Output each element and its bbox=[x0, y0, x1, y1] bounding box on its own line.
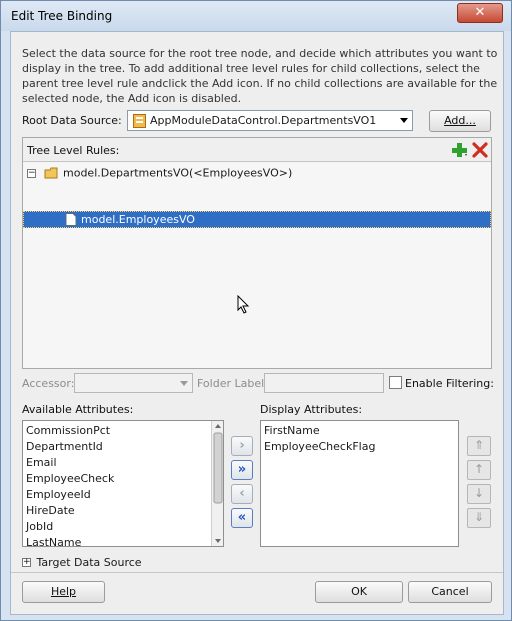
move-up-button[interactable]: ↑ bbox=[467, 460, 491, 480]
expand-icon: + bbox=[22, 556, 31, 567]
root-data-source-combo[interactable]: AppModuleDataControl.DepartmentsVO1 bbox=[127, 110, 413, 131]
tree-node-departments[interactable]: − model.DepartmentsVO(<EmployeesVO>) bbox=[27, 166, 292, 182]
background-window-ghost bbox=[151, 4, 441, 24]
cancel-button[interactable]: Cancel bbox=[408, 581, 492, 603]
ok-button-label: OK bbox=[351, 585, 367, 598]
title-bar: Edit Tree Binding ✕ bbox=[1, 1, 511, 31]
scrollbar-track bbox=[213, 424, 223, 543]
document-icon bbox=[65, 213, 77, 226]
footer-divider bbox=[11, 572, 503, 573]
move-selected-button[interactable]: › bbox=[231, 436, 253, 456]
remove-selected-button[interactable]: ‹ bbox=[231, 484, 253, 504]
help-button[interactable]: Help bbox=[22, 581, 105, 603]
enable-filtering-label: Enable Filtering: bbox=[405, 377, 494, 390]
root-data-source-label: Root Data Source: bbox=[22, 114, 122, 127]
display-attributes-label: Display Attributes: bbox=[260, 403, 363, 416]
available-attributes-list[interactable]: CommissionPct DepartmentId Email Employe… bbox=[22, 420, 224, 547]
help-button-label: Help bbox=[50, 585, 77, 598]
dialog-title: Edit Tree Binding bbox=[11, 9, 113, 23]
tree-node-label: model.EmployeesVO bbox=[81, 213, 195, 226]
tree-panel-header: Tree Level Rules: bbox=[23, 138, 491, 162]
move-bottom-button[interactable]: ⇓ bbox=[467, 508, 491, 528]
display-attributes-list[interactable]: FirstName EmployeeCheckFlag bbox=[260, 420, 459, 547]
chevron-down-icon bbox=[400, 118, 408, 123]
cancel-button-label: Cancel bbox=[431, 585, 469, 598]
tree-node-employees-selected[interactable]: model.EmployeesVO bbox=[23, 211, 491, 228]
available-attributes-label: Available Attributes: bbox=[22, 403, 134, 416]
accessor-label: Accessor: bbox=[22, 377, 75, 390]
list-item[interactable]: EmployeeCheckFlag bbox=[264, 440, 375, 453]
move-down-button[interactable]: ↓ bbox=[467, 484, 491, 504]
accessor-combo[interactable] bbox=[74, 373, 193, 393]
instructions-text: Select the data source for the root tree… bbox=[22, 47, 498, 105]
enable-filtering-checkbox[interactable] bbox=[389, 376, 402, 389]
folder-icon bbox=[44, 167, 57, 179]
tree-level-rules-label: Tree Level Rules: bbox=[27, 144, 120, 157]
collapse-icon[interactable]: − bbox=[27, 168, 36, 178]
target-data-source-label: Target Data Source bbox=[36, 555, 142, 569]
delete-icon[interactable] bbox=[472, 142, 488, 158]
list-item[interactable]: CommissionPct bbox=[26, 424, 110, 437]
dialog-body: Select the data source for the root tree… bbox=[10, 31, 504, 615]
move-top-button[interactable]: ⇑ bbox=[467, 436, 491, 456]
list-item[interactable]: LastName bbox=[26, 536, 81, 547]
list-item[interactable]: HireDate bbox=[26, 504, 75, 517]
list-item[interactable]: FirstName bbox=[264, 424, 320, 437]
list-item[interactable]: DepartmentId bbox=[26, 440, 103, 453]
mouse-cursor-icon bbox=[237, 295, 250, 314]
folder-label-input[interactable] bbox=[264, 373, 384, 393]
folder-label-label: Folder Label: bbox=[197, 377, 268, 390]
list-item[interactable]: Email bbox=[26, 456, 57, 469]
list-item[interactable]: EmployeeCheck bbox=[26, 472, 114, 485]
target-data-source-toggle[interactable]: + Target Data Source bbox=[22, 555, 142, 569]
root-data-source-value: AppModuleDataControl.DepartmentsVO1 bbox=[150, 114, 377, 127]
tree-node-label: model.DepartmentsVO(<EmployeesVO>) bbox=[63, 166, 293, 180]
close-button[interactable]: ✕ bbox=[457, 3, 503, 23]
edit-tree-binding-dialog: Edit Tree Binding ✕ Select the data sour… bbox=[0, 0, 512, 621]
ok-button[interactable]: OK bbox=[315, 581, 403, 603]
list-item[interactable]: JobId bbox=[26, 520, 53, 533]
move-all-button[interactable]: » bbox=[231, 460, 253, 480]
add-icon[interactable] bbox=[451, 142, 469, 158]
data-control-icon bbox=[133, 114, 146, 128]
add-root-button-label: Add... bbox=[444, 114, 476, 127]
chevron-down-icon bbox=[180, 381, 188, 386]
list-item[interactable]: EmployeeId bbox=[26, 488, 91, 501]
add-root-button[interactable]: Add... bbox=[429, 110, 491, 132]
remove-all-button[interactable]: « bbox=[231, 508, 253, 528]
tree-level-rules-tree: − model.DepartmentsVO(<EmployeesVO>) mod… bbox=[23, 163, 491, 368]
available-scrollbar[interactable] bbox=[211, 421, 223, 546]
tree-level-rules-panel: Tree Level Rules: − model.DepartmentsVO(… bbox=[22, 137, 492, 369]
